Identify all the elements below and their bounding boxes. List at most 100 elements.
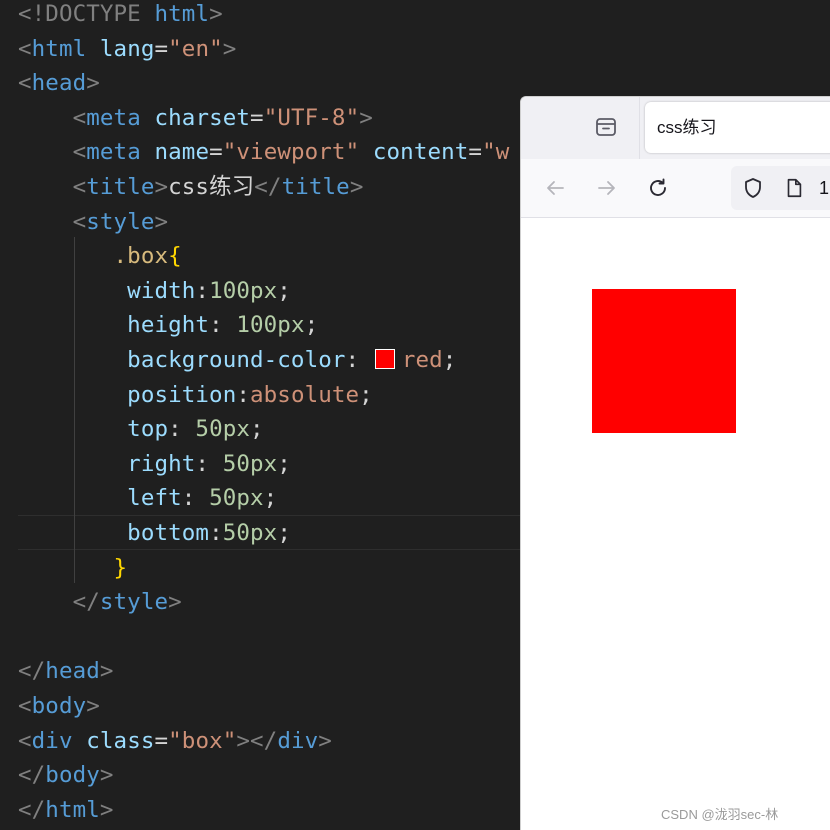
code-line[interactable]: right: 50px; bbox=[18, 447, 291, 481]
code-token: 100px bbox=[236, 312, 305, 339]
code-token: meta bbox=[86, 104, 141, 131]
code-token: < bbox=[72, 174, 87, 200]
code-token: .box bbox=[113, 243, 169, 270]
code-token: div bbox=[277, 727, 319, 754]
code-token: content bbox=[372, 139, 469, 166]
red-box bbox=[592, 289, 736, 433]
code-line[interactable]: left: 50px; bbox=[18, 481, 277, 515]
code-line[interactable]: bottom:50px; bbox=[18, 516, 291, 550]
code-token: > bbox=[349, 174, 364, 200]
code-line[interactable]: </style> bbox=[18, 585, 182, 619]
browser-window: css练习 1 CSDN @泷羽sec-林 bbox=[520, 96, 830, 830]
code-line[interactable]: </body> bbox=[18, 758, 114, 792]
code-line[interactable]: } bbox=[18, 551, 128, 585]
code-token: title bbox=[281, 174, 350, 200]
code-line[interactable]: <title>css练习</title> bbox=[18, 170, 364, 204]
code-token: red bbox=[401, 347, 443, 373]
code-token: ; bbox=[304, 312, 319, 339]
code-token: !DOCTYPE bbox=[31, 1, 155, 27]
tracking-protection-button[interactable] bbox=[738, 173, 768, 203]
navigation-bar: 1 bbox=[521, 159, 830, 218]
code-line[interactable]: <style> bbox=[18, 205, 168, 239]
code-token: : bbox=[236, 381, 250, 408]
page-info-button[interactable] bbox=[779, 173, 809, 203]
code-line[interactable]: position:absolute; bbox=[18, 378, 373, 412]
tab-separator bbox=[639, 97, 640, 159]
code-line[interactable]: <meta name="viewport" content="w bbox=[18, 135, 510, 169]
code-line[interactable]: <head> bbox=[18, 66, 100, 100]
code-token: > bbox=[359, 104, 373, 131]
code-token: left bbox=[127, 485, 182, 512]
code-token: < bbox=[18, 727, 32, 754]
tab-list-icon bbox=[596, 118, 616, 136]
url-text: 1 bbox=[819, 178, 830, 198]
code-token: position bbox=[127, 381, 237, 408]
code-token: html bbox=[45, 796, 100, 823]
code-line[interactable]: <body> bbox=[18, 689, 100, 723]
code-token: > bbox=[86, 693, 100, 719]
code-token: </ bbox=[18, 762, 46, 789]
code-token: ; bbox=[277, 520, 291, 546]
tab-title: css练习 bbox=[657, 118, 717, 137]
code-line[interactable]: width:100px; bbox=[18, 274, 291, 308]
back-button[interactable] bbox=[540, 173, 570, 203]
code-token: > bbox=[222, 35, 237, 62]
reload-icon bbox=[650, 178, 666, 196]
code-line[interactable]: </html> bbox=[18, 793, 114, 827]
tab-list-button[interactable] bbox=[593, 114, 619, 140]
code-line[interactable]: .box{ bbox=[18, 239, 182, 273]
code-line[interactable]: <!DOCTYPE html> bbox=[18, 0, 223, 31]
code-token: : bbox=[209, 312, 237, 339]
code-token: "en" bbox=[168, 35, 223, 62]
code-token: = bbox=[468, 139, 483, 166]
code-line[interactable]: </head> bbox=[18, 654, 114, 688]
code-token: </ bbox=[18, 658, 46, 685]
code-token: top bbox=[127, 416, 169, 443]
code-line[interactable]: background-color: red; bbox=[18, 343, 456, 377]
code-token: = bbox=[154, 727, 169, 754]
code-token: head bbox=[31, 70, 87, 97]
code-line[interactable]: <div class="box"></div> bbox=[18, 724, 332, 758]
code-token: body bbox=[31, 693, 87, 719]
page-icon bbox=[787, 178, 802, 198]
code-token: 50px bbox=[222, 450, 278, 477]
code-token: 100px bbox=[209, 277, 278, 304]
code-line[interactable]: top: 50px; bbox=[18, 412, 264, 446]
code-token: > bbox=[209, 1, 223, 27]
code-line[interactable]: <meta charset="UTF-8"> bbox=[18, 101, 373, 135]
code-token: : bbox=[345, 347, 373, 373]
code-token: < bbox=[72, 208, 87, 235]
code-token: </ bbox=[72, 589, 100, 616]
code-line[interactable]: <html lang="en"> bbox=[18, 32, 236, 66]
code-line[interactable]: height: 100px; bbox=[18, 308, 318, 342]
code-token: css练习 bbox=[168, 174, 255, 200]
forward-button[interactable] bbox=[592, 173, 622, 203]
address-bar[interactable]: 1 bbox=[731, 166, 830, 210]
code-token: > bbox=[99, 658, 114, 685]
color-swatch[interactable] bbox=[374, 348, 395, 369]
code-token: > bbox=[99, 796, 114, 823]
code-token: : bbox=[168, 416, 196, 443]
code-token: height bbox=[127, 312, 210, 339]
reload-button[interactable] bbox=[643, 173, 673, 203]
browser-tab[interactable]: css练习 bbox=[645, 102, 830, 153]
code-token: ; bbox=[277, 277, 291, 304]
code-token: { bbox=[168, 243, 182, 270]
back-arrow-icon bbox=[547, 181, 564, 195]
code-token: "w bbox=[482, 139, 510, 166]
code-token: ; bbox=[263, 485, 278, 512]
code-token: : bbox=[195, 450, 223, 477]
code-token: < bbox=[72, 104, 87, 131]
